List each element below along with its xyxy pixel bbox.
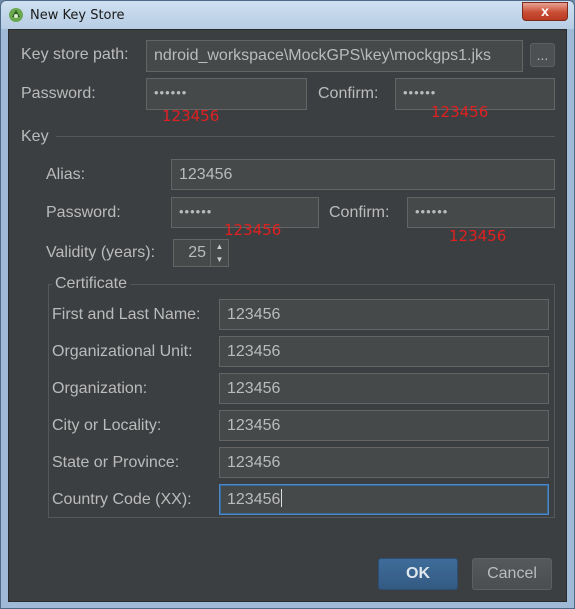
first-last-name-input[interactable]: 123456 xyxy=(219,299,549,330)
organization-label: Organization: xyxy=(52,380,148,397)
cancel-button[interactable]: Cancel xyxy=(472,558,552,590)
organizational-unit-label: Organizational Unit: xyxy=(52,343,193,360)
browse-button[interactable]: ... xyxy=(530,43,555,67)
dialog-content: Key store path: ndroid_workspace\MockGPS… xyxy=(8,29,567,602)
title-bar[interactable]: New Key Store x xyxy=(1,1,574,29)
keystore-password-annotation: 123456 xyxy=(162,107,220,125)
country-code-label: Country Code (XX): xyxy=(52,491,192,508)
city-locality-input[interactable]: 123456 xyxy=(219,410,549,441)
text-caret xyxy=(281,489,283,507)
new-key-store-dialog: New Key Store x Key store path: ndroid_w… xyxy=(0,0,575,609)
key-section-divider xyxy=(56,136,555,137)
validity-value: 25 xyxy=(188,244,206,261)
certificate-legend: Certificate xyxy=(52,275,131,293)
close-button[interactable]: x xyxy=(522,2,568,21)
alias-label: Alias: xyxy=(46,166,86,183)
key-section-label: Key xyxy=(21,128,49,145)
state-province-input[interactable]: 123456 xyxy=(219,447,549,478)
key-confirm-annotation: 123456 xyxy=(449,227,507,245)
key-confirm-input[interactable]: •••••• xyxy=(407,197,555,228)
key-store-path-label: Key store path: xyxy=(21,46,129,63)
validity-label: Validity (years): xyxy=(46,244,156,261)
country-code-input[interactable]: 123456 xyxy=(219,484,549,515)
state-province-label: State or Province: xyxy=(52,454,180,471)
keystore-confirm-annotation: 123456 xyxy=(431,103,489,121)
ok-button[interactable]: OK xyxy=(378,558,458,590)
alias-input[interactable]: 123456 xyxy=(171,159,555,190)
window-title: New Key Store xyxy=(30,8,125,23)
first-last-name-label: First and Last Name: xyxy=(52,306,201,323)
organizational-unit-input[interactable]: 123456 xyxy=(219,336,549,367)
validity-spinner[interactable]: 25 ▲ ▼ xyxy=(173,239,229,267)
keystore-confirm-label: Confirm: xyxy=(318,85,379,102)
country-code-value: 123456 xyxy=(227,491,281,508)
spinner-arrows: ▲ ▼ xyxy=(210,240,228,266)
key-confirm-label: Confirm: xyxy=(329,204,390,221)
key-password-annotation: 123456 xyxy=(224,221,282,239)
triangle-up-icon[interactable]: ▲ xyxy=(211,240,228,253)
android-studio-icon xyxy=(9,8,23,22)
close-icon: x xyxy=(541,3,549,19)
triangle-down-icon[interactable]: ▼ xyxy=(211,253,228,266)
key-password-label: Password: xyxy=(46,204,121,221)
city-locality-label: City or Locality: xyxy=(52,417,162,434)
organization-input[interactable]: 123456 xyxy=(219,373,549,404)
keystore-password-input[interactable]: •••••• xyxy=(146,78,307,110)
key-store-path-input[interactable]: ndroid_workspace\MockGPS\key\mockgps1.jk… xyxy=(146,40,523,72)
keystore-password-label: Password: xyxy=(21,85,96,102)
